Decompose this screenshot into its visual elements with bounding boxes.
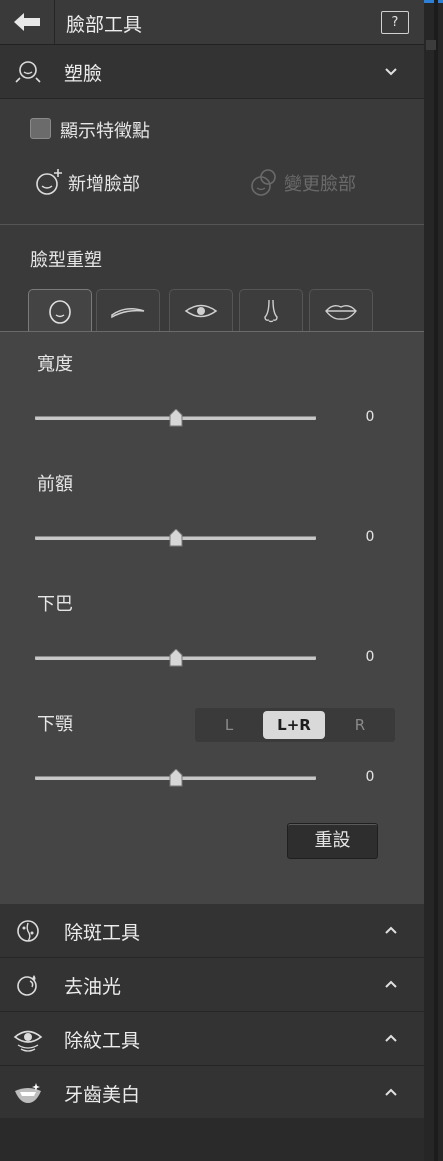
section-label-spot-removal: 除斑工具 (64, 922, 141, 944)
section-label-wrinkle-removal: 除紋工具 (64, 1030, 141, 1052)
chevron-down-icon[interactable] (380, 60, 402, 82)
title-bar: 臉部工具 ? (0, 0, 424, 45)
change-face-label: 變更臉部 (284, 174, 356, 195)
eye-icon (184, 304, 218, 317)
slider-label-width: 寬度 (37, 354, 73, 375)
oil-removal-icon (17, 975, 37, 996)
section-label-teeth-whitening: 牙齒美白 (64, 1084, 141, 1106)
slider-thumb-forehead[interactable] (169, 529, 183, 547)
help-button[interactable]: ? (381, 11, 409, 34)
lips-icon (325, 304, 357, 320)
jaw-side-option-lr[interactable]: L+R (263, 711, 325, 739)
slider-value-forehead: 0 (365, 529, 375, 545)
slider-value-chin: 0 (365, 649, 375, 665)
slider-thumb-width[interactable] (169, 409, 183, 427)
tab-face-contour[interactable] (28, 289, 92, 333)
slider-label-jaw: 下顎 (37, 714, 73, 735)
face-shape-icon (15, 61, 41, 83)
panel-title: 臉部工具 (66, 14, 143, 36)
slider-thumb-jaw[interactable] (169, 769, 183, 787)
chevron-up-icon[interactable] (380, 919, 402, 941)
reshape-title: 臉型重塑 (30, 250, 102, 271)
jaw-side-option-r[interactable]: R (329, 711, 391, 739)
back-arrow-icon (14, 13, 40, 31)
jaw-side-toggle: L L+R R (195, 708, 395, 742)
section-label-shape-face: 塑臉 (64, 63, 103, 85)
jaw-side-option-l[interactable]: L (198, 711, 260, 739)
slider-label-chin: 下巴 (37, 594, 73, 615)
back-button[interactable] (0, 0, 55, 44)
tab-eyebrow[interactable] (96, 289, 160, 331)
section-header-wrinkle-removal[interactable]: 除紋工具 (0, 1012, 424, 1066)
reset-button[interactable]: 重設 (287, 823, 378, 859)
panel-footer (0, 1118, 424, 1161)
slider-value-jaw: 0 (365, 769, 375, 785)
face-tools-panel: 臉部工具 ? 塑臉 顯示特徵點 新增臉部 變更臉部 臉型重塑 寬度 0 前額 0… (0, 0, 424, 1161)
tab-nose[interactable] (239, 289, 303, 331)
chevron-up-icon[interactable] (380, 1081, 402, 1103)
scrollbar-thumb[interactable] (426, 40, 436, 50)
face-contour-icon (49, 299, 71, 324)
slider-thumb-chin[interactable] (169, 649, 183, 667)
show-features-checkbox[interactable] (30, 118, 51, 139)
slider-value-width: 0 (365, 409, 375, 425)
slider-label-forehead: 前額 (37, 474, 73, 495)
section-label-oil-removal: 去油光 (64, 976, 122, 998)
section-header-oil-removal[interactable]: 去油光 (0, 958, 424, 1012)
add-face-label: 新增臉部 (68, 174, 140, 195)
divider (0, 224, 424, 225)
change-face-icon (251, 169, 276, 196)
show-features-label: 顯示特徵點 (60, 121, 150, 142)
scrollbar[interactable] (424, 0, 443, 1161)
add-face-icon (36, 169, 62, 195)
teeth-whitening-icon (15, 1083, 41, 1103)
section-header-shape-face[interactable]: 塑臉 (0, 45, 424, 99)
tab-lips[interactable] (309, 289, 373, 331)
wrinkle-removal-icon (13, 1030, 43, 1052)
chevron-up-icon[interactable] (380, 973, 402, 995)
eyebrow-icon (111, 307, 145, 318)
spot-removal-icon (17, 920, 39, 942)
section-header-spot-removal[interactable]: 除斑工具 (0, 904, 424, 958)
tab-eye[interactable] (169, 289, 233, 331)
scrollbar-track[interactable] (434, 0, 438, 1161)
help-icon: ? (391, 15, 399, 30)
nose-icon (264, 299, 278, 322)
chevron-up-icon[interactable] (380, 1027, 402, 1049)
section-header-teeth-whitening[interactable]: 牙齒美白 (0, 1066, 424, 1120)
